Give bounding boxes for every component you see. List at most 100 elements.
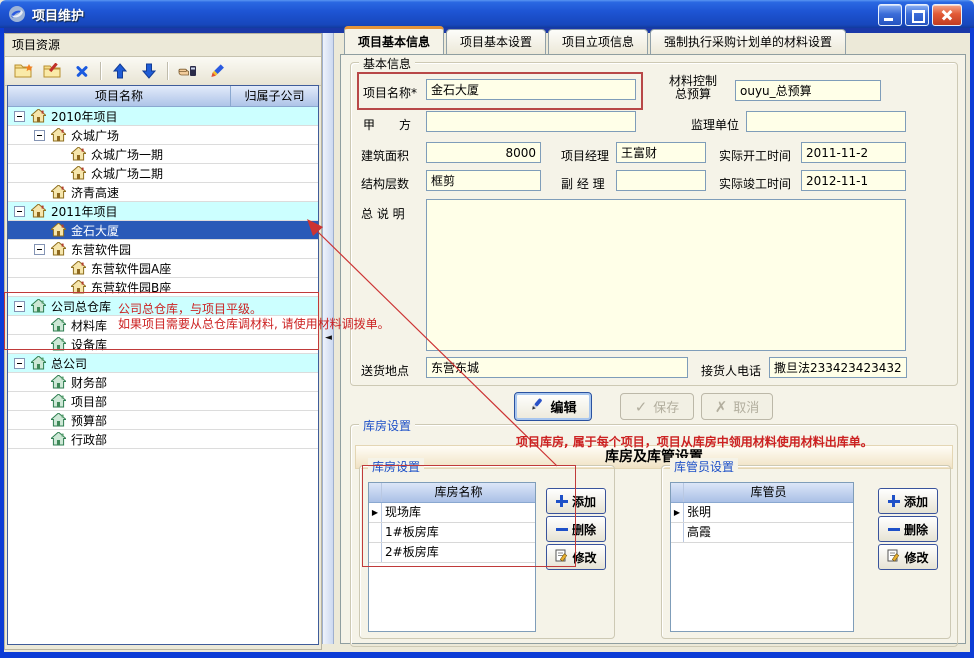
tree-node[interactable]: 公司总仓库 xyxy=(8,297,318,316)
house-yellow-icon xyxy=(71,261,86,275)
maximize-button[interactable] xyxy=(905,4,929,26)
keeper-row[interactable]: ▶ 张明 xyxy=(671,503,853,523)
warehouse-row[interactable]: 2#板房库 xyxy=(369,543,535,563)
save-button[interactable]: ✓ 保存 xyxy=(620,393,694,420)
keeper-modify-button[interactable]: 修改 xyxy=(878,544,938,570)
delivery-place-input[interactable] xyxy=(426,357,688,378)
keeper-table: 库管员 ▶ 张明 高霞 xyxy=(670,482,854,632)
delete-node-icon[interactable] xyxy=(71,60,93,82)
keeper-column[interactable]: 库管员 xyxy=(684,483,853,502)
collapse-icon[interactable] xyxy=(34,130,45,141)
structure-floors-input[interactable] xyxy=(426,170,541,191)
keeper-row[interactable]: 高霞 xyxy=(671,523,853,543)
warehouse-remove-button[interactable]: 删除 xyxy=(546,516,606,542)
splitter-collapse-icon[interactable]: ◄ xyxy=(325,333,332,343)
actual-finish-input[interactable] xyxy=(801,170,906,191)
tab[interactable]: 项目基本信息 xyxy=(344,26,444,54)
project-name-input[interactable] xyxy=(426,79,636,100)
receiver-phone-input[interactable] xyxy=(769,357,907,378)
tree-node[interactable]: 预算部 xyxy=(8,411,318,430)
party-a-input[interactable] xyxy=(426,111,636,132)
tree-node[interactable]: 2010年项目 xyxy=(8,107,318,126)
general-note-textarea[interactable] xyxy=(426,199,906,351)
supervision-unit-input[interactable] xyxy=(746,111,906,132)
tree-node[interactable]: 2011年项目 xyxy=(8,202,318,221)
warehouse-add-button[interactable]: 添加 xyxy=(546,488,606,514)
project-manager-input[interactable] xyxy=(616,142,706,163)
panel-title: 项目资源 xyxy=(5,34,321,57)
tree-column-header[interactable]: 项目名称 归属子公司 xyxy=(8,86,318,107)
pen-icon xyxy=(529,397,544,416)
tree-node-label: 设备库 xyxy=(71,336,107,353)
warehouse-row[interactable]: 1#板房库 xyxy=(369,523,535,543)
warehouse-name-column[interactable]: 库房名称 xyxy=(382,483,535,502)
collapse-icon[interactable] xyxy=(14,206,25,217)
warehouse-name: 2#板房库 xyxy=(382,543,535,562)
minimize-button[interactable] xyxy=(878,4,902,26)
close-button[interactable] xyxy=(932,4,962,26)
keeper-name: 张明 xyxy=(684,503,853,522)
plus-icon xyxy=(556,495,568,507)
select-hand-icon[interactable] xyxy=(176,60,198,82)
collapse-icon[interactable] xyxy=(14,111,25,122)
tab[interactable]: 项目基本设置 xyxy=(446,29,546,54)
check-icon: ✓ xyxy=(635,398,648,416)
tree-node-label: 东营软件园 xyxy=(71,241,131,258)
warehouse-settings-group: 库房设置 库房及库管设置 库房设置 库房名称 ▶ 现场库 xyxy=(350,424,958,647)
house-green-icon xyxy=(51,413,66,427)
app-window: 项目维护 项目资源 xyxy=(0,0,974,658)
window-title: 项目维护 xyxy=(32,5,84,24)
keeper-remove-button[interactable]: 删除 xyxy=(878,516,938,542)
tab[interactable]: 强制执行采购计划单的材料设置 xyxy=(650,29,846,54)
tree-node[interactable]: 金石大厦 xyxy=(8,221,318,240)
pen-icon[interactable] xyxy=(205,60,227,82)
actual-finish-label: 实际竣工时间 xyxy=(719,175,791,192)
window-border-bottom xyxy=(0,652,974,658)
warehouse-table: 库房名称 ▶ 现场库 1#板房库 2#板房库 xyxy=(368,482,536,632)
tree-node[interactable]: 济青高速 xyxy=(8,183,318,202)
title-bar: 项目维护 xyxy=(0,0,974,28)
keeper-add-button[interactable]: 添加 xyxy=(878,488,938,514)
keeper-name: 高霞 xyxy=(684,523,853,542)
move-up-icon[interactable] xyxy=(109,60,131,82)
building-area-input[interactable] xyxy=(426,142,541,163)
deputy-manager-input[interactable] xyxy=(616,170,706,191)
tree-node[interactable]: 项目部 xyxy=(8,392,318,411)
tree-node[interactable]: 行政部 xyxy=(8,430,318,449)
tree-node[interactable]: 材料库 xyxy=(8,316,318,335)
cross-icon: ✗ xyxy=(715,398,728,416)
tree-node[interactable]: 众城广场 xyxy=(8,126,318,145)
tree-node[interactable]: 东营软件园B座 xyxy=(8,278,318,297)
actual-start-input[interactable] xyxy=(801,142,906,163)
tree-node[interactable]: 众城广场二期 xyxy=(8,164,318,183)
tree-node[interactable]: 财务部 xyxy=(8,373,318,392)
move-down-icon[interactable] xyxy=(138,60,160,82)
tree-node[interactable]: 东营软件园A座 xyxy=(8,259,318,278)
keeper-table-header[interactable]: 库管员 xyxy=(671,483,853,503)
warehouse-table-header[interactable]: 库房名称 xyxy=(369,483,535,503)
column-subsidiary[interactable]: 归属子公司 xyxy=(231,86,318,106)
notepad-icon xyxy=(887,549,900,565)
tab[interactable]: 项目立项信息 xyxy=(548,29,648,54)
tree-node[interactable]: 东营软件园 xyxy=(8,240,318,259)
collapse-icon[interactable] xyxy=(14,301,25,312)
house-yellow-icon xyxy=(51,242,66,256)
cancel-button[interactable]: ✗ 取消 xyxy=(701,393,773,420)
warehouse-modify-button[interactable]: 修改 xyxy=(546,544,606,570)
edit-button[interactable]: 编辑 xyxy=(514,392,592,421)
receiver-phone-label: 接货人电话 xyxy=(701,362,761,379)
house-green-icon xyxy=(51,337,66,351)
tree-node[interactable]: 众城广场一期 xyxy=(8,145,318,164)
warehouse-row[interactable]: ▶ 现场库 xyxy=(369,503,535,523)
tree-node[interactable]: 设备库 xyxy=(8,335,318,354)
tree-node[interactable]: 总公司 xyxy=(8,354,318,373)
keeper-list-group-title: 库管员设置 xyxy=(670,458,738,475)
add-node-icon[interactable] xyxy=(13,60,35,82)
collapse-icon[interactable] xyxy=(14,358,25,369)
material-budget-input[interactable] xyxy=(735,80,881,101)
panel-splitter[interactable]: ◄ xyxy=(322,33,334,644)
column-project-name[interactable]: 项目名称 xyxy=(8,86,231,106)
supervision-unit-label: 监理单位 xyxy=(691,116,739,133)
collapse-icon[interactable] xyxy=(34,244,45,255)
edit-node-icon[interactable] xyxy=(42,60,64,82)
